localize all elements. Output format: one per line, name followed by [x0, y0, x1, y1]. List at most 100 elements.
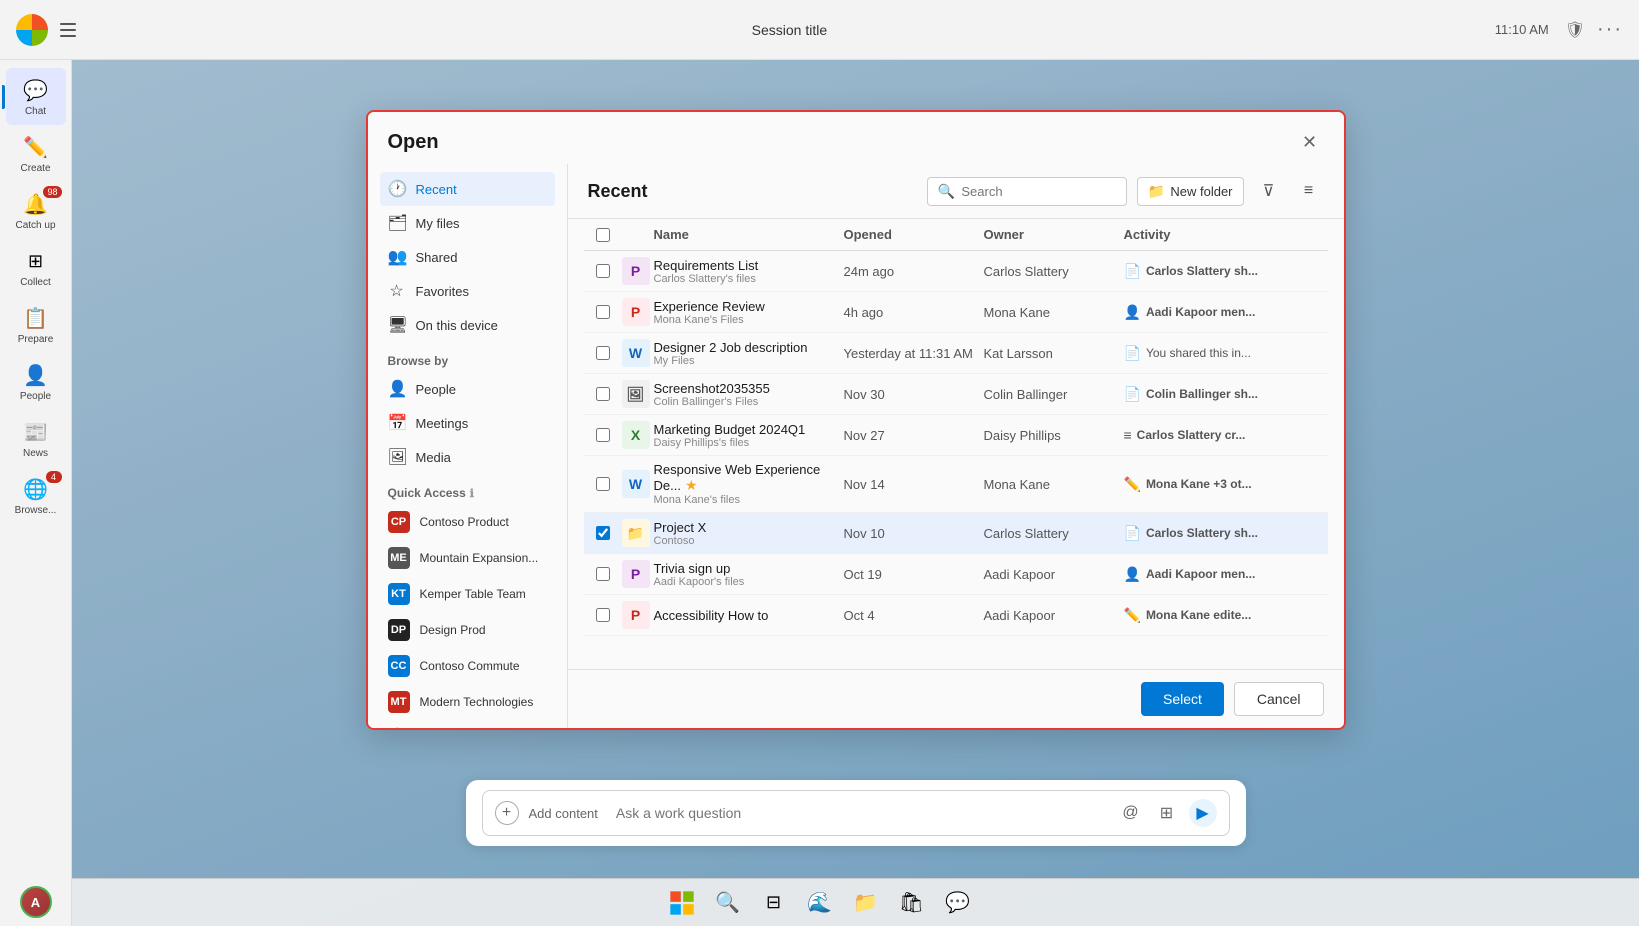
- quick-access-item[interactable]: CC Contoso Commute: [380, 648, 555, 684]
- quick-access-item[interactable]: DP Design Prod: [380, 612, 555, 648]
- sidebar-item-chat[interactable]: 💬 Chat: [6, 68, 66, 125]
- activity-icon: 📄: [1124, 386, 1141, 403]
- left-panel-myfiles[interactable]: 🗂 My files: [380, 206, 555, 240]
- left-panel-media[interactable]: 🖼 Media: [380, 440, 555, 474]
- send-button[interactable]: ▶: [1189, 799, 1217, 827]
- row-checkbox-cell[interactable]: [588, 526, 618, 540]
- sidebar-item-prepare[interactable]: 📋 Prepare: [6, 296, 66, 353]
- add-content-button[interactable]: +: [495, 801, 519, 825]
- header-checkbox-cell[interactable]: [588, 227, 618, 242]
- table-row[interactable]: 📁 Project X Contoso Nov 10 Carlos Slatte…: [584, 513, 1328, 554]
- row-checkbox[interactable]: [596, 428, 610, 442]
- sidebar-item-browse[interactable]: 4 🌐 Browse...: [6, 467, 66, 524]
- left-panel-meetings[interactable]: 📅 Meetings: [380, 406, 555, 440]
- quick-access-item[interactable]: MT Modern Technologies: [380, 684, 555, 720]
- chat-input[interactable]: [616, 805, 1107, 821]
- header-owner: Owner: [984, 227, 1124, 242]
- mention-button[interactable]: @: [1117, 799, 1145, 827]
- row-checkbox[interactable]: [596, 387, 610, 401]
- quick-access-info-icon: ℹ: [470, 487, 474, 500]
- table-row[interactable]: P Accessibility How to Oct 4 Aadi Kapoor…: [584, 595, 1328, 636]
- left-panel-people[interactable]: 👤 People: [380, 372, 555, 406]
- shared-icon: 👥: [388, 247, 406, 267]
- file-name: Experience Review: [654, 299, 844, 314]
- taskbar-store[interactable]: 🛍: [892, 883, 932, 923]
- shield-icon[interactable]: 🛡: [1565, 20, 1585, 40]
- apps-button[interactable]: ⊞: [1153, 799, 1181, 827]
- sidebar-label-create: Create: [20, 163, 50, 174]
- taskbar-explorer[interactable]: 📁: [846, 883, 886, 923]
- more-options-icon[interactable]: ···: [1597, 18, 1623, 41]
- file-activity: 📄 Colin Ballinger sh...: [1124, 386, 1324, 403]
- file-icon-cell: P: [618, 601, 654, 629]
- device-icon: 🖥: [388, 315, 406, 335]
- activity-icon: 👤: [1124, 566, 1141, 583]
- table-row[interactable]: W Responsive Web Experience De...★ Mona …: [584, 456, 1328, 513]
- quick-access-item[interactable]: ME Mountain Expansion...: [380, 540, 555, 576]
- left-panel-recent[interactable]: 🕐 Recent: [380, 172, 555, 206]
- file-opened: Nov 27: [844, 428, 984, 443]
- row-checkbox-cell[interactable]: [588, 477, 618, 491]
- sidebar-item-people[interactable]: 👤 People: [6, 353, 66, 410]
- row-checkbox-cell[interactable]: [588, 305, 618, 319]
- row-checkbox-cell[interactable]: [588, 346, 618, 360]
- cancel-button[interactable]: Cancel: [1234, 682, 1324, 716]
- file-name-cell: Marketing Budget 2024Q1 Daisy Phillips's…: [654, 422, 844, 449]
- activity-icon: ≡: [1124, 427, 1132, 443]
- search-box[interactable]: 🔍: [927, 177, 1127, 206]
- activity-icon: 📄: [1124, 263, 1141, 280]
- row-checkbox[interactable]: [596, 526, 610, 540]
- quick-access-item[interactable]: KT Kemper Table Team: [380, 576, 555, 612]
- row-checkbox[interactable]: [596, 567, 610, 581]
- collect-icon: ⊞: [22, 247, 50, 275]
- sidebar-item-create[interactable]: ✏️ Create: [6, 125, 66, 182]
- quick-access-dot: CC: [388, 655, 410, 677]
- table-row[interactable]: X Marketing Budget 2024Q1 Daisy Phillips…: [584, 415, 1328, 456]
- table-row[interactable]: P Requirements List Carlos Slattery's fi…: [584, 251, 1328, 292]
- sidebar-item-catchup[interactable]: 98 🔔 Catch up: [6, 182, 66, 239]
- select-button[interactable]: Select: [1141, 682, 1224, 716]
- quick-access-item[interactable]: CP Contoso Product: [380, 504, 555, 540]
- file-type-icon: P: [622, 560, 650, 588]
- activity-icon: 📄: [1124, 345, 1141, 362]
- left-panel-favorites[interactable]: ☆ Favorites: [380, 274, 555, 308]
- row-checkbox[interactable]: [596, 346, 610, 360]
- taskbar-task-view[interactable]: ⊟: [754, 883, 794, 923]
- row-checkbox[interactable]: [596, 305, 610, 319]
- row-checkbox[interactable]: [596, 264, 610, 278]
- taskbar-search[interactable]: 🔍: [708, 883, 748, 923]
- table-row[interactable]: P Experience Review Mona Kane's Files 4h…: [584, 292, 1328, 333]
- row-checkbox[interactable]: [596, 608, 610, 622]
- table-row[interactable]: 🖼 Screenshot2035355 Colin Ballinger's Fi…: [584, 374, 1328, 415]
- app-logo: [16, 14, 48, 46]
- row-checkbox-cell[interactable]: [588, 567, 618, 581]
- left-panel-shared[interactable]: 👥 Shared: [380, 240, 555, 274]
- media-icon: 🖼: [388, 447, 406, 467]
- new-folder-button[interactable]: 📁 New folder: [1137, 177, 1244, 206]
- file-sub: Carlos Slattery's files: [654, 273, 844, 285]
- sidebar-item-collect[interactable]: ⊞ Collect: [6, 239, 66, 296]
- row-checkbox-cell[interactable]: [588, 428, 618, 442]
- left-panel-manage-accounts[interactable]: 👤 Manage accounts: [380, 720, 555, 728]
- taskbar-teams[interactable]: 💬: [938, 883, 978, 923]
- row-checkbox-cell[interactable]: [588, 387, 618, 401]
- row-checkbox-cell[interactable]: [588, 608, 618, 622]
- table-row[interactable]: P Trivia sign up Aadi Kapoor's files Oct…: [584, 554, 1328, 595]
- left-panel-device[interactable]: 🖥 On this device: [380, 308, 555, 342]
- taskbar-start[interactable]: [662, 883, 702, 923]
- taskbar-edge[interactable]: 🌊: [800, 883, 840, 923]
- sidebar-item-news[interactable]: 📰 News: [6, 410, 66, 467]
- user-avatar[interactable]: A: [20, 886, 52, 918]
- catchup-badge: 98: [43, 186, 61, 198]
- file-activity: 👤 Aadi Kapoor men...: [1124, 304, 1324, 321]
- row-checkbox-cell[interactable]: [588, 264, 618, 278]
- row-checkbox[interactable]: [596, 477, 610, 491]
- table-row[interactable]: W Designer 2 Job description My Files Ye…: [584, 333, 1328, 374]
- dialog-close-button[interactable]: ✕: [1296, 128, 1324, 156]
- search-input[interactable]: [961, 184, 1101, 199]
- view-options-button[interactable]: ≡: [1294, 176, 1324, 206]
- filter-button[interactable]: ⊽: [1254, 176, 1284, 206]
- select-all-checkbox[interactable]: [596, 228, 610, 242]
- file-owner: Daisy Phillips: [984, 428, 1124, 443]
- sidebar-toggle[interactable]: [60, 18, 84, 42]
